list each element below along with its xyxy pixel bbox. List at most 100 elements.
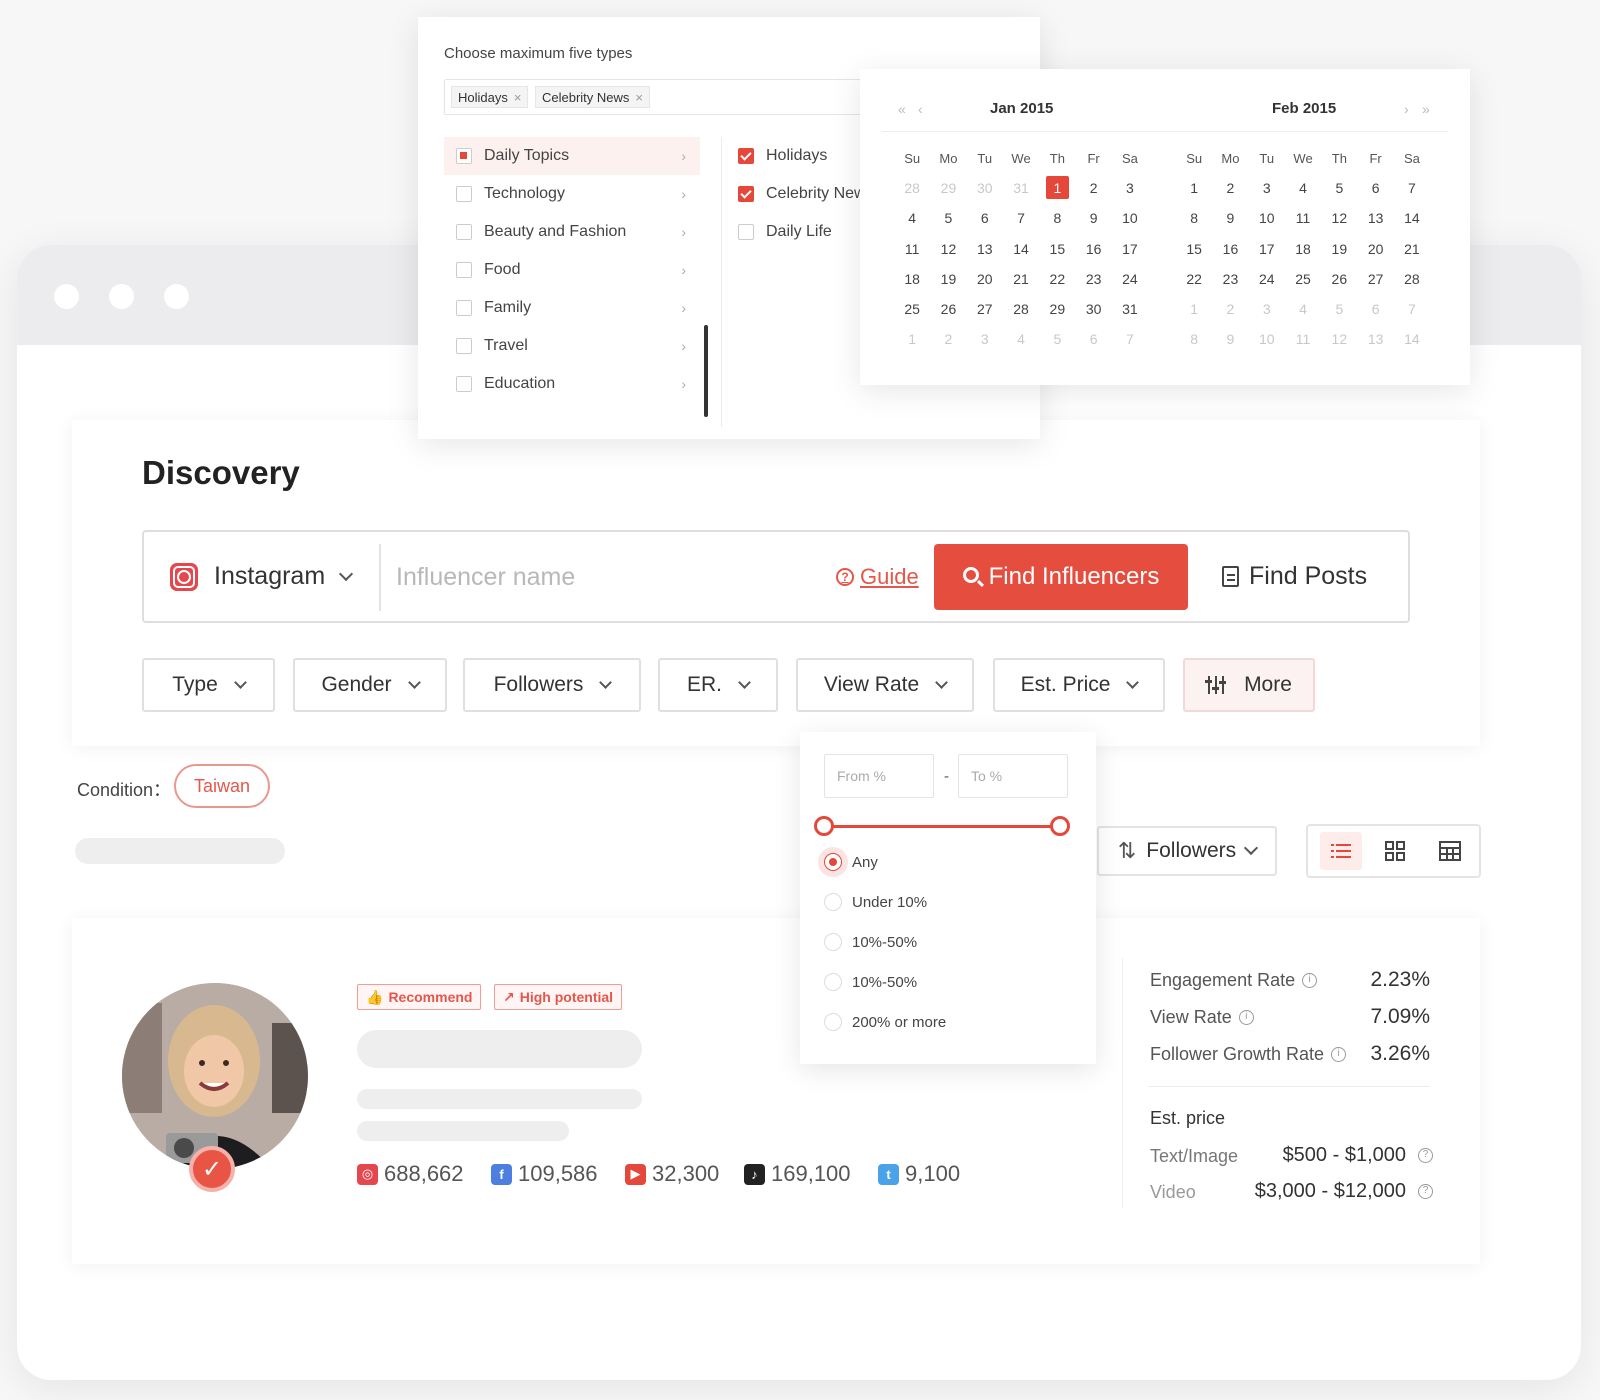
close-icon[interactable]: × [635,90,643,105]
checkbox[interactable] [456,262,472,278]
scrollbar[interactable] [704,325,708,417]
calendar-day[interactable]: 13 [967,234,1003,264]
window-control-close[interactable] [54,284,79,309]
calendar-day[interactable]: 1 [1176,173,1212,203]
calendar-day[interactable]: 31 [1112,294,1148,324]
category-education[interactable]: Education › [444,365,700,403]
influencer-card[interactable]: ✓ 👍 Recommend ↗ High potential ◎ 688,662… [72,918,1480,1264]
calendar-day[interactable]: 4 [1003,324,1039,354]
calendar-day[interactable]: 11 [1285,324,1321,354]
calendar-day[interactable]: 13 [1357,324,1393,354]
next-year-icon[interactable]: » [1422,101,1432,117]
calendar-day[interactable]: 28 [1003,294,1039,324]
calendar-day[interactable]: 2 [1212,173,1248,203]
list-view-button[interactable] [1320,832,1362,870]
calendar-day[interactable]: 20 [1357,234,1393,264]
calendar-day[interactable]: 24 [1249,264,1285,294]
calendar-day[interactable]: 27 [967,294,1003,324]
calendar-day[interactable]: 25 [894,294,930,324]
calendar-day[interactable]: 14 [1003,234,1039,264]
social-twitter[interactable]: t 9,100 [878,1161,960,1187]
checkbox[interactable] [456,224,472,240]
calendar-day[interactable]: 10 [1249,324,1285,354]
calendar-day[interactable]: 5 [930,203,966,233]
range-option-any[interactable]: Any [824,853,878,871]
checkbox[interactable] [456,186,472,202]
help-icon[interactable]: ? [1418,1184,1433,1199]
calendar-day[interactable]: 7 [1112,324,1148,354]
calendar-day[interactable]: 19 [1321,234,1357,264]
category-beauty-and-fashion[interactable]: Beauty and Fashion › [444,213,700,251]
calendar-day[interactable]: 14 [1394,203,1430,233]
calendar-day[interactable]: 14 [1394,324,1430,354]
calendar-day[interactable]: 11 [1285,203,1321,233]
calendar-day[interactable]: 3 [1112,173,1148,203]
calendar-day[interactable]: 31 [1003,173,1039,203]
calendar-day[interactable]: 17 [1112,234,1148,264]
calendar-day[interactable]: 11 [894,234,930,264]
calendar-day[interactable]: 15 [1176,234,1212,264]
filter-followers[interactable]: Followers [463,658,641,712]
calendar-day[interactable]: 29 [930,173,966,203]
influencer-name-input[interactable] [396,552,816,602]
calendar-day[interactable]: 2 [1075,173,1111,203]
calendar-day[interactable]: 22 [1039,264,1075,294]
calendar-day[interactable]: 16 [1212,234,1248,264]
condition-chip[interactable]: Taiwan [174,764,270,808]
calendar-day[interactable]: 12 [1321,203,1357,233]
calendar-day[interactable]: 12 [1321,324,1357,354]
checkbox[interactable] [738,224,754,240]
calendar-day[interactable]: 2 [1212,294,1248,324]
calendar-day[interactable]: 13 [1357,203,1393,233]
subcategory-celebrity-news[interactable]: Celebrity News [738,175,874,213]
calendar-day[interactable]: 12 [930,234,966,264]
calendar-day[interactable]: 18 [1285,234,1321,264]
platform-select[interactable]: Instagram [170,562,354,591]
range-slider-max-handle[interactable] [1050,816,1070,836]
checkbox[interactable] [738,186,754,202]
range-slider-min-handle[interactable] [814,816,834,836]
radio[interactable] [824,893,842,911]
calendar-day[interactable]: 28 [1394,264,1430,294]
calendar-day[interactable]: 5 [1039,324,1075,354]
sort-select[interactable]: ⇅ Followers [1097,826,1277,876]
calendar-day[interactable]: 9 [1212,203,1248,233]
calendar-day[interactable]: 30 [967,173,1003,203]
more-filters-button[interactable]: More [1183,658,1315,712]
info-icon[interactable]: i [1238,1010,1254,1025]
calendar-day[interactable]: 30 [1075,294,1111,324]
category-family[interactable]: Family › [444,289,700,327]
checkbox[interactable] [456,148,472,164]
filter-gender[interactable]: Gender [293,658,447,712]
calendar-day[interactable]: 5 [1321,294,1357,324]
calendar-day[interactable]: 16 [1075,234,1111,264]
calendar-day[interactable]: 2 [930,324,966,354]
filter-er[interactable]: ER. [658,658,778,712]
calendar-day[interactable]: 10 [1249,203,1285,233]
info-icon[interactable]: i [1302,973,1318,988]
range-option-200-plus[interactable]: 200% or more [824,1013,946,1031]
grid-view-button[interactable] [1374,832,1416,870]
calendar-day[interactable]: 21 [1394,234,1430,264]
calendar-day[interactable]: 9 [1075,203,1111,233]
radio[interactable] [824,973,842,991]
calendar-day[interactable]: 3 [967,324,1003,354]
to-percent-input[interactable] [958,754,1068,798]
social-facebook[interactable]: f 109,586 [491,1161,598,1187]
calendar-day[interactable]: 6 [1357,173,1393,203]
calendar-day[interactable]: 15 [1039,234,1075,264]
avatar[interactable] [122,983,308,1169]
calendar-day[interactable]: 20 [967,264,1003,294]
help-icon[interactable]: ? [1418,1148,1433,1163]
calendar-day[interactable]: 28 [894,173,930,203]
checkbox[interactable] [456,300,472,316]
category-technology[interactable]: Technology › [444,175,700,213]
calendar-day[interactable]: 5 [1321,173,1357,203]
calendar-day[interactable]: 29 [1039,294,1075,324]
next-month-icon[interactable]: › [1404,101,1411,117]
calendar-day[interactable]: 8 [1176,324,1212,354]
calendar-day[interactable]: 6 [967,203,1003,233]
window-control-minimize[interactable] [109,284,134,309]
calendar-day[interactable]: 22 [1176,264,1212,294]
subcategory-holidays[interactable]: Holidays [738,137,827,175]
